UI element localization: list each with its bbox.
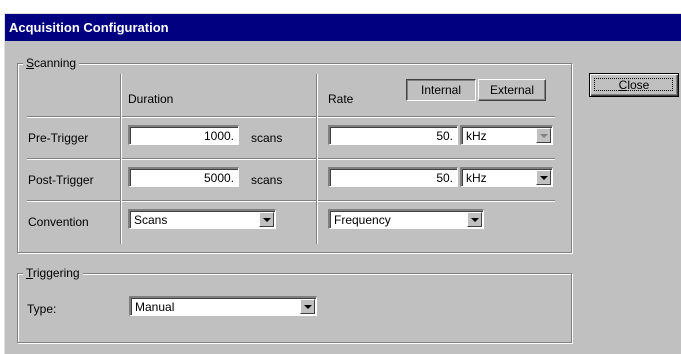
duration-header: Duration [128, 92, 174, 106]
trigger-type-select[interactable]: Manual [129, 296, 317, 316]
grid-line-h3 [27, 200, 555, 202]
grid-line-h2 [27, 158, 555, 160]
post-trigger-duration-input[interactable]: 5000. [128, 167, 239, 187]
post-trigger-rate-input[interactable]: 50. [328, 167, 458, 187]
convention-label: Convention [28, 215, 89, 229]
close-button[interactable]: Close [589, 73, 679, 97]
type-label: Type: [27, 302, 57, 316]
pre-trigger-duration-input[interactable]: 1000. [128, 125, 239, 145]
external-button-label: External [489, 83, 535, 97]
scanning-mnemonic: S [26, 56, 35, 70]
post-trigger-label: Post-Trigger [28, 173, 94, 187]
chevron-down-icon[interactable] [259, 212, 274, 227]
trigger-type-value: Manual [135, 300, 175, 314]
chevron-down-icon[interactable] [300, 299, 315, 314]
triggering-group-title: Triggering [23, 266, 83, 280]
pre-trigger-duration-value: 1000. [203, 129, 234, 143]
triggering-title-text: riggering [32, 266, 80, 280]
post-trigger-rate-unit-value: kHz [466, 171, 487, 185]
pre-trigger-label: Pre-Trigger [28, 131, 89, 145]
triggering-mnemonic: T [26, 266, 33, 280]
chevron-down-icon [536, 128, 551, 143]
pre-trigger-duration-unit: scans [251, 131, 283, 145]
pre-trigger-rate-value: 50. [436, 129, 453, 143]
title-bar: Acquisition Configuration [5, 14, 681, 41]
post-trigger-duration-value: 5000. [203, 171, 234, 185]
convention-rate-value: Frequency [334, 213, 391, 227]
post-trigger-duration-unit: scans [251, 173, 283, 187]
convention-duration-value: Scans [134, 213, 168, 227]
rate-header: Rate [328, 92, 354, 106]
pre-trigger-rate-unit-select: kHz [460, 125, 553, 145]
external-button[interactable]: External [478, 79, 546, 101]
scanning-group-title: Scanning [23, 56, 80, 70]
chevron-down-icon[interactable] [536, 170, 551, 185]
internal-button-label: Internal [420, 83, 462, 97]
convention-rate-select[interactable]: Frequency [328, 209, 484, 229]
scanning-title-text: canning [34, 56, 77, 70]
window-title: Acquisition Configuration [9, 20, 169, 35]
post-trigger-rate-unit-select[interactable]: kHz [460, 167, 553, 187]
focus-rectangle [594, 78, 673, 91]
chevron-down-icon[interactable] [467, 212, 482, 227]
grid-line-h1 [27, 116, 555, 118]
acquisition-config-window: Acquisition Configuration Scanning Durat… [4, 13, 681, 354]
grid-line-v2 [316, 74, 318, 244]
internal-button[interactable]: Internal [406, 79, 476, 101]
post-trigger-rate-value: 50. [436, 171, 453, 185]
convention-duration-select[interactable]: Scans [128, 209, 276, 229]
pre-trigger-rate-unit-value: kHz [466, 129, 487, 143]
grid-line-v1 [120, 74, 122, 244]
pre-trigger-rate-input[interactable]: 50. [328, 125, 458, 145]
